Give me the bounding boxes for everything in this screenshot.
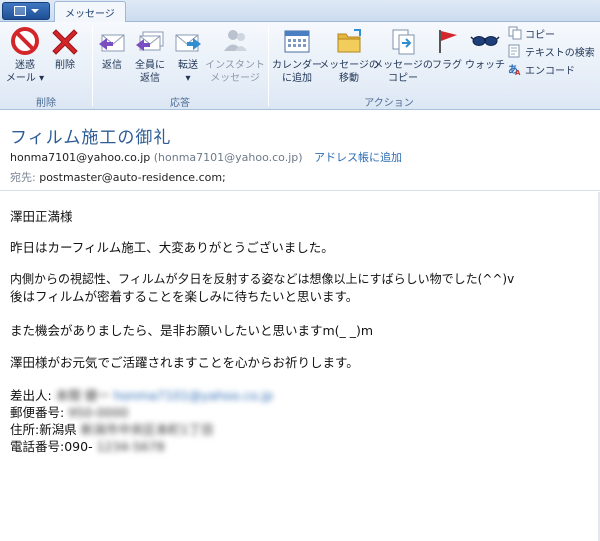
actions-small-buttons: コピー テキストの検索 あ A エンコード	[508, 24, 595, 78]
group-delete: 迷惑 メール ▾ 削除 削除	[0, 22, 92, 110]
signature-phone-label: 電話番号:090-	[10, 439, 93, 454]
encode-icon: あ A	[508, 62, 522, 77]
im-label-1: インスタント	[205, 60, 265, 71]
eyeglasses-icon	[470, 26, 500, 56]
no-entry-icon	[10, 26, 40, 56]
signature-zip-value: 950-0000	[68, 405, 129, 420]
im-label-2: メッセージ	[210, 73, 260, 84]
document-copy-icon	[388, 26, 418, 56]
reply-all-envelope-icon	[135, 26, 165, 56]
forward-label-2: ▾	[185, 73, 191, 84]
flag-label: フラグ	[432, 60, 462, 71]
signature-phone-value: 1234-5678	[96, 439, 165, 454]
move-message-button[interactable]: メッセージの 移動	[319, 26, 379, 85]
body-paragraph-4: 澤田様がお元気でご活躍されますことを心からお祈りします。	[10, 355, 359, 370]
flag-button[interactable]: フラグ	[430, 26, 464, 72]
add-to-contacts-link[interactable]: アドレス帳に追加	[314, 151, 402, 164]
calendar-label-1: カレンダー	[272, 60, 322, 71]
copy-message-button[interactable]: メッセージの コピー	[373, 26, 433, 85]
find-text-label: テキストの検索	[525, 47, 595, 59]
reply-envelope-icon	[97, 26, 127, 56]
junk-label-2: メール ▾	[5, 73, 45, 84]
copy-icon	[508, 26, 522, 40]
calendar-label-2: に追加	[282, 73, 312, 84]
reply-all-label-1: 全員に	[135, 60, 165, 71]
message-header: フィルム施工の御礼 honma7101@yahoo.co.jp (honma71…	[0, 111, 600, 191]
group-label-delete: 削除	[36, 98, 56, 109]
copy-button[interactable]: コピー	[508, 24, 595, 42]
group-label-respond: 応答	[170, 98, 190, 109]
junk-label-1: 迷惑	[15, 60, 35, 71]
group-respond: 返信 全員に 返信 転送 ▾ インスタント メッセージ 応答	[94, 22, 266, 110]
ribbon: 迷惑 メール ▾ 削除 削除 返信 全員に 返信 転送 ▾ インスタント メッセ…	[0, 22, 600, 110]
calendar-icon	[282, 26, 312, 56]
from-email-paren: (honma7101@yahoo.co.jp)	[153, 151, 303, 164]
encode-label: エンコード	[525, 65, 575, 77]
forward-button[interactable]: 転送 ▾	[171, 26, 205, 85]
body-paragraph-3: また機会がありましたら、是非お願いしたいと思いますm(_ _)m	[10, 323, 374, 338]
chevron-down-icon	[30, 9, 39, 13]
delete-button[interactable]: 削除	[48, 26, 82, 72]
from-line: honma7101@yahoo.co.jp (honma7101@yahoo.c…	[10, 149, 402, 165]
app-menu-icon	[13, 6, 26, 16]
signature-sender-label: 差出人:	[10, 388, 52, 403]
message-subject: フィルム施工の御礼	[10, 128, 172, 148]
copy-label: コピー	[525, 29, 555, 41]
reply-all-button[interactable]: 全員に 返信	[132, 26, 168, 85]
title-tab-bar: メッセージ	[0, 0, 600, 23]
find-text-button[interactable]: テキストの検索	[508, 42, 595, 60]
tab-message[interactable]: メッセージ	[54, 1, 126, 23]
copy-msg-label-2: コピー	[388, 73, 418, 84]
body-paragraph-2b: 後はフィルムが密着することを楽しみに待ちたいと思います。	[10, 289, 359, 304]
reply-all-label-2: 返信	[140, 73, 160, 84]
copy-msg-label-1: メッセージの	[373, 60, 433, 71]
move-label-2: 移動	[339, 73, 359, 84]
junk-button[interactable]: 迷惑 メール ▾	[5, 26, 45, 85]
group-divider	[92, 26, 93, 106]
delete-label: 削除	[55, 60, 75, 71]
watch-label: ウォッチ	[465, 60, 505, 71]
group-actions: カレンダー に追加 メッセージの 移動 メッセージの コピー フラグ ウォッチ …	[270, 22, 600, 110]
move-label-1: メッセージの	[319, 60, 379, 71]
app-menu-button[interactable]	[2, 2, 50, 20]
signature-sender-email[interactable]: honma7101@yahoo.co.jp	[114, 388, 273, 403]
body-paragraph-2a: 内側からの視認性、フィルムが夕日を反射する姿などは想像以上にすばらしい物でした(…	[10, 272, 515, 286]
body-greeting: 澤田正満様	[10, 209, 73, 224]
watch-button[interactable]: ウォッチ	[465, 26, 505, 72]
red-flag-icon	[432, 26, 462, 56]
forward-envelope-icon	[173, 26, 203, 56]
forward-label-1: 転送	[178, 60, 198, 71]
signature-zip-label: 郵便番号:	[10, 405, 65, 420]
find-text-icon	[508, 44, 522, 58]
to-label: 宛先:	[10, 171, 36, 184]
signature-address-label: 住所:新潟県	[10, 422, 77, 437]
add-to-calendar-button[interactable]: カレンダー に追加	[272, 26, 322, 85]
reply-label: 返信	[102, 60, 122, 71]
to-line: 宛先: postmaster@auto-residence.com;	[10, 169, 226, 185]
from-email: honma7101@yahoo.co.jp	[10, 151, 151, 164]
reply-button[interactable]: 返信	[94, 26, 130, 72]
signature-phone: 電話番号:090- 1234-5678	[10, 436, 165, 455]
encode-button[interactable]: あ A エンコード	[508, 60, 595, 78]
message-body: 澤田正満様 昨日はカーフィルム施工、大変ありがとうございました。 内側からの視認…	[0, 192, 600, 541]
group-divider	[268, 26, 269, 106]
person-icon	[220, 26, 250, 56]
red-x-icon	[50, 26, 80, 56]
to-value: postmaster@auto-residence.com;	[39, 171, 226, 184]
instant-message-button[interactable]: インスタント メッセージ	[205, 26, 265, 85]
svg-text:A: A	[515, 69, 521, 76]
group-label-actions: アクション	[364, 98, 414, 109]
body-paragraph-1: 昨日はカーフィルム施工、大変ありがとうございました。	[10, 240, 334, 255]
folder-move-icon	[334, 26, 364, 56]
